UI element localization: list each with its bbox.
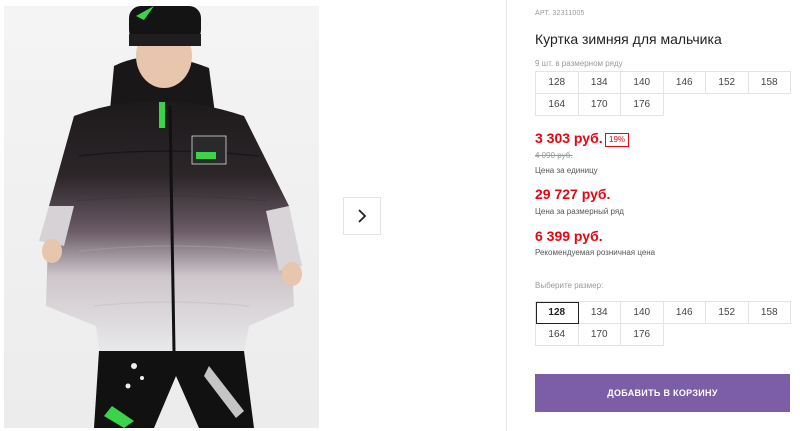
size-option[interactable]: 140 bbox=[621, 302, 664, 324]
size-option[interactable]: 158 bbox=[748, 302, 791, 324]
pack-size-cell: 128 bbox=[536, 72, 579, 94]
discount-badge: 19% bbox=[605, 133, 630, 147]
pack-price: 29 727 руб. bbox=[535, 186, 611, 202]
pack-size-cell: 140 bbox=[621, 72, 664, 94]
product-photo[interactable] bbox=[4, 6, 319, 428]
pack-price-label: Цена за размерный ряд bbox=[535, 207, 624, 216]
old-price: 4 090 руб. bbox=[535, 151, 573, 160]
size-selector: 128 134 140 146 152 158 164 170 176 bbox=[535, 301, 791, 346]
boy-in-winter-jacket-image bbox=[4, 6, 319, 428]
pack-size-cell: 134 bbox=[578, 72, 621, 94]
choose-size-label: Выберите размер: bbox=[535, 281, 604, 290]
pack-size-cell: 176 bbox=[621, 94, 664, 116]
pack-size-grid: 128 134 140 146 152 158 164 170 176 bbox=[535, 71, 791, 116]
pack-size-cell: 164 bbox=[536, 94, 579, 116]
pack-note: 9 шт. в размерном ряду bbox=[535, 59, 623, 68]
product-sku: АРТ. 32311005 bbox=[535, 10, 585, 17]
rrp-price: 6 399 руб. bbox=[535, 228, 603, 244]
size-option[interactable]: 152 bbox=[706, 302, 749, 324]
unit-price: 3 303 руб. bbox=[535, 130, 603, 146]
rrp-label: Рекомендуемая розничная цена bbox=[535, 248, 656, 257]
size-option[interactable]: 164 bbox=[536, 324, 579, 346]
size-option[interactable]: 134 bbox=[578, 302, 621, 324]
pack-size-cell: 170 bbox=[578, 94, 621, 116]
pack-size-cell: 152 bbox=[706, 72, 749, 94]
size-option-selected[interactable]: 128 bbox=[536, 302, 579, 324]
pack-size-cell: 146 bbox=[663, 72, 706, 94]
chevron-right-icon bbox=[358, 209, 367, 223]
product-title: Куртка зимняя для мальчика bbox=[535, 31, 722, 47]
size-option[interactable]: 170 bbox=[578, 324, 621, 346]
next-image-button[interactable] bbox=[343, 197, 381, 235]
size-option[interactable]: 176 bbox=[621, 324, 664, 346]
add-to-cart-button[interactable]: ДОБАВИТЬ В КОРЗИНУ bbox=[535, 374, 790, 412]
pack-size-cell: 158 bbox=[748, 72, 791, 94]
unit-price-label: Цена за единицу bbox=[535, 166, 598, 175]
product-gallery bbox=[0, 0, 507, 431]
size-option[interactable]: 146 bbox=[663, 302, 706, 324]
